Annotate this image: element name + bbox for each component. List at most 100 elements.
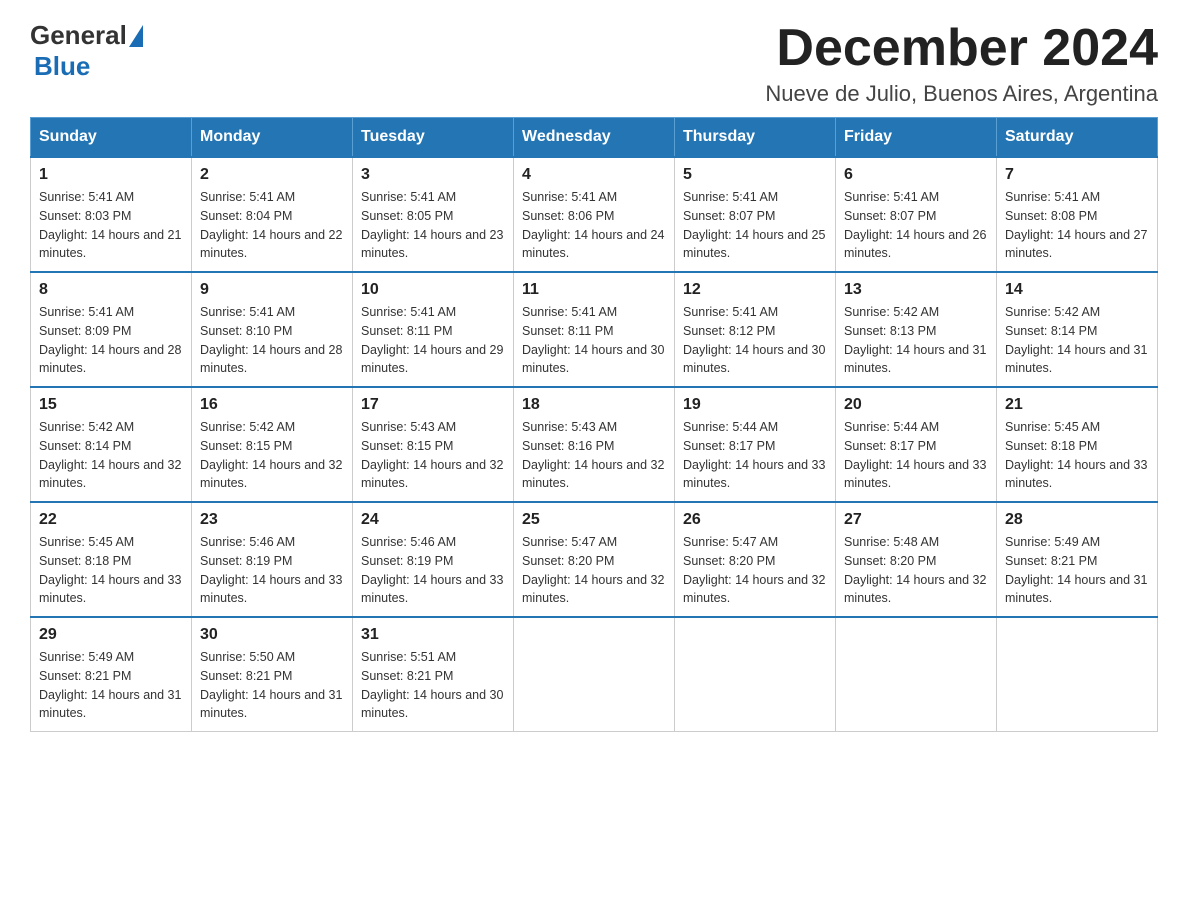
daylight-label: Daylight: 14 hours and 31 minutes. [1005, 343, 1147, 376]
week-row-2: 8 Sunrise: 5:41 AM Sunset: 8:09 PM Dayli… [31, 272, 1158, 387]
daylight-label: Daylight: 14 hours and 22 minutes. [200, 228, 342, 261]
calendar-cell: 4 Sunrise: 5:41 AM Sunset: 8:06 PM Dayli… [514, 157, 675, 272]
sunset-label: Sunset: 8:21 PM [1005, 554, 1097, 568]
day-number: 28 [1005, 511, 1149, 529]
daylight-label: Daylight: 14 hours and 23 minutes. [361, 228, 503, 261]
day-number: 1 [39, 166, 183, 184]
sunrise-label: Sunrise: 5:41 AM [522, 190, 617, 204]
calendar-cell: 22 Sunrise: 5:45 AM Sunset: 8:18 PM Dayl… [31, 502, 192, 617]
daylight-label: Daylight: 14 hours and 29 minutes. [361, 343, 503, 376]
sunset-label: Sunset: 8:11 PM [361, 324, 453, 338]
sunrise-label: Sunrise: 5:43 AM [361, 420, 456, 434]
calendar-cell: 9 Sunrise: 5:41 AM Sunset: 8:10 PM Dayli… [192, 272, 353, 387]
day-info: Sunrise: 5:49 AM Sunset: 8:21 PM Dayligh… [39, 648, 183, 723]
calendar-cell [836, 617, 997, 732]
sunset-label: Sunset: 8:10 PM [200, 324, 292, 338]
day-number: 26 [683, 511, 827, 529]
day-info: Sunrise: 5:49 AM Sunset: 8:21 PM Dayligh… [1005, 533, 1149, 608]
week-row-3: 15 Sunrise: 5:42 AM Sunset: 8:14 PM Dayl… [31, 387, 1158, 502]
day-info: Sunrise: 5:41 AM Sunset: 8:11 PM Dayligh… [361, 303, 505, 378]
sunrise-label: Sunrise: 5:41 AM [39, 305, 134, 319]
weekday-header-saturday: Saturday [997, 118, 1158, 158]
sunrise-label: Sunrise: 5:42 AM [39, 420, 134, 434]
daylight-label: Daylight: 14 hours and 21 minutes. [39, 228, 181, 261]
month-title: December 2024 [765, 20, 1158, 77]
day-info: Sunrise: 5:41 AM Sunset: 8:06 PM Dayligh… [522, 188, 666, 263]
calendar-cell: 5 Sunrise: 5:41 AM Sunset: 8:07 PM Dayli… [675, 157, 836, 272]
day-number: 13 [844, 281, 988, 299]
weekday-header-friday: Friday [836, 118, 997, 158]
weekday-header-tuesday: Tuesday [353, 118, 514, 158]
sunset-label: Sunset: 8:18 PM [39, 554, 131, 568]
sunset-label: Sunset: 8:21 PM [361, 669, 453, 683]
calendar-cell: 11 Sunrise: 5:41 AM Sunset: 8:11 PM Dayl… [514, 272, 675, 387]
day-info: Sunrise: 5:51 AM Sunset: 8:21 PM Dayligh… [361, 648, 505, 723]
sunrise-label: Sunrise: 5:42 AM [1005, 305, 1100, 319]
calendar-cell: 15 Sunrise: 5:42 AM Sunset: 8:14 PM Dayl… [31, 387, 192, 502]
calendar-cell: 3 Sunrise: 5:41 AM Sunset: 8:05 PM Dayli… [353, 157, 514, 272]
logo: General Blue [30, 20, 145, 82]
calendar-cell: 8 Sunrise: 5:41 AM Sunset: 8:09 PM Dayli… [31, 272, 192, 387]
sunset-label: Sunset: 8:21 PM [200, 669, 292, 683]
sunset-label: Sunset: 8:14 PM [39, 439, 131, 453]
sunset-label: Sunset: 8:07 PM [683, 209, 775, 223]
daylight-label: Daylight: 14 hours and 33 minutes. [844, 458, 986, 491]
day-number: 7 [1005, 166, 1149, 184]
sunset-label: Sunset: 8:16 PM [522, 439, 614, 453]
day-number: 11 [522, 281, 666, 299]
calendar-cell: 18 Sunrise: 5:43 AM Sunset: 8:16 PM Dayl… [514, 387, 675, 502]
calendar-cell: 2 Sunrise: 5:41 AM Sunset: 8:04 PM Dayli… [192, 157, 353, 272]
day-number: 12 [683, 281, 827, 299]
calendar-cell: 26 Sunrise: 5:47 AM Sunset: 8:20 PM Dayl… [675, 502, 836, 617]
day-info: Sunrise: 5:41 AM Sunset: 8:05 PM Dayligh… [361, 188, 505, 263]
daylight-label: Daylight: 14 hours and 32 minutes. [361, 458, 503, 491]
sunrise-label: Sunrise: 5:49 AM [1005, 535, 1100, 549]
daylight-label: Daylight: 14 hours and 25 minutes. [683, 228, 825, 261]
daylight-label: Daylight: 14 hours and 28 minutes. [200, 343, 342, 376]
sunrise-label: Sunrise: 5:43 AM [522, 420, 617, 434]
title-block: December 2024 Nueve de Julio, Buenos Air… [765, 20, 1158, 107]
day-info: Sunrise: 5:47 AM Sunset: 8:20 PM Dayligh… [683, 533, 827, 608]
sunrise-label: Sunrise: 5:41 AM [39, 190, 134, 204]
day-info: Sunrise: 5:42 AM Sunset: 8:14 PM Dayligh… [39, 418, 183, 493]
daylight-label: Daylight: 14 hours and 31 minutes. [200, 688, 342, 721]
day-number: 17 [361, 396, 505, 414]
day-info: Sunrise: 5:41 AM Sunset: 8:09 PM Dayligh… [39, 303, 183, 378]
day-info: Sunrise: 5:41 AM Sunset: 8:12 PM Dayligh… [683, 303, 827, 378]
day-number: 23 [200, 511, 344, 529]
daylight-label: Daylight: 14 hours and 32 minutes. [39, 458, 181, 491]
sunset-label: Sunset: 8:05 PM [361, 209, 453, 223]
calendar-cell: 10 Sunrise: 5:41 AM Sunset: 8:11 PM Dayl… [353, 272, 514, 387]
day-number: 22 [39, 511, 183, 529]
sunset-label: Sunset: 8:15 PM [361, 439, 453, 453]
week-row-5: 29 Sunrise: 5:49 AM Sunset: 8:21 PM Dayl… [31, 617, 1158, 732]
daylight-label: Daylight: 14 hours and 32 minutes. [844, 573, 986, 606]
daylight-label: Daylight: 14 hours and 30 minutes. [361, 688, 503, 721]
day-info: Sunrise: 5:45 AM Sunset: 8:18 PM Dayligh… [39, 533, 183, 608]
sunset-label: Sunset: 8:21 PM [39, 669, 131, 683]
day-info: Sunrise: 5:41 AM Sunset: 8:11 PM Dayligh… [522, 303, 666, 378]
day-info: Sunrise: 5:41 AM Sunset: 8:10 PM Dayligh… [200, 303, 344, 378]
sunrise-label: Sunrise: 5:41 AM [844, 190, 939, 204]
sunrise-label: Sunrise: 5:49 AM [39, 650, 134, 664]
day-number: 8 [39, 281, 183, 299]
sunset-label: Sunset: 8:20 PM [522, 554, 614, 568]
logo-general-text: General [30, 20, 127, 51]
sunrise-label: Sunrise: 5:41 AM [361, 305, 456, 319]
calendar-cell: 27 Sunrise: 5:48 AM Sunset: 8:20 PM Dayl… [836, 502, 997, 617]
daylight-label: Daylight: 14 hours and 33 minutes. [361, 573, 503, 606]
sunset-label: Sunset: 8:06 PM [522, 209, 614, 223]
day-info: Sunrise: 5:46 AM Sunset: 8:19 PM Dayligh… [361, 533, 505, 608]
day-number: 6 [844, 166, 988, 184]
sunrise-label: Sunrise: 5:42 AM [844, 305, 939, 319]
sunset-label: Sunset: 8:09 PM [39, 324, 131, 338]
day-number: 31 [361, 626, 505, 644]
page-header: General Blue December 2024 Nueve de Juli… [30, 20, 1158, 107]
day-number: 21 [1005, 396, 1149, 414]
sunset-label: Sunset: 8:18 PM [1005, 439, 1097, 453]
day-info: Sunrise: 5:41 AM Sunset: 8:08 PM Dayligh… [1005, 188, 1149, 263]
weekday-header-sunday: Sunday [31, 118, 192, 158]
sunrise-label: Sunrise: 5:41 AM [683, 305, 778, 319]
day-info: Sunrise: 5:43 AM Sunset: 8:16 PM Dayligh… [522, 418, 666, 493]
day-info: Sunrise: 5:48 AM Sunset: 8:20 PM Dayligh… [844, 533, 988, 608]
